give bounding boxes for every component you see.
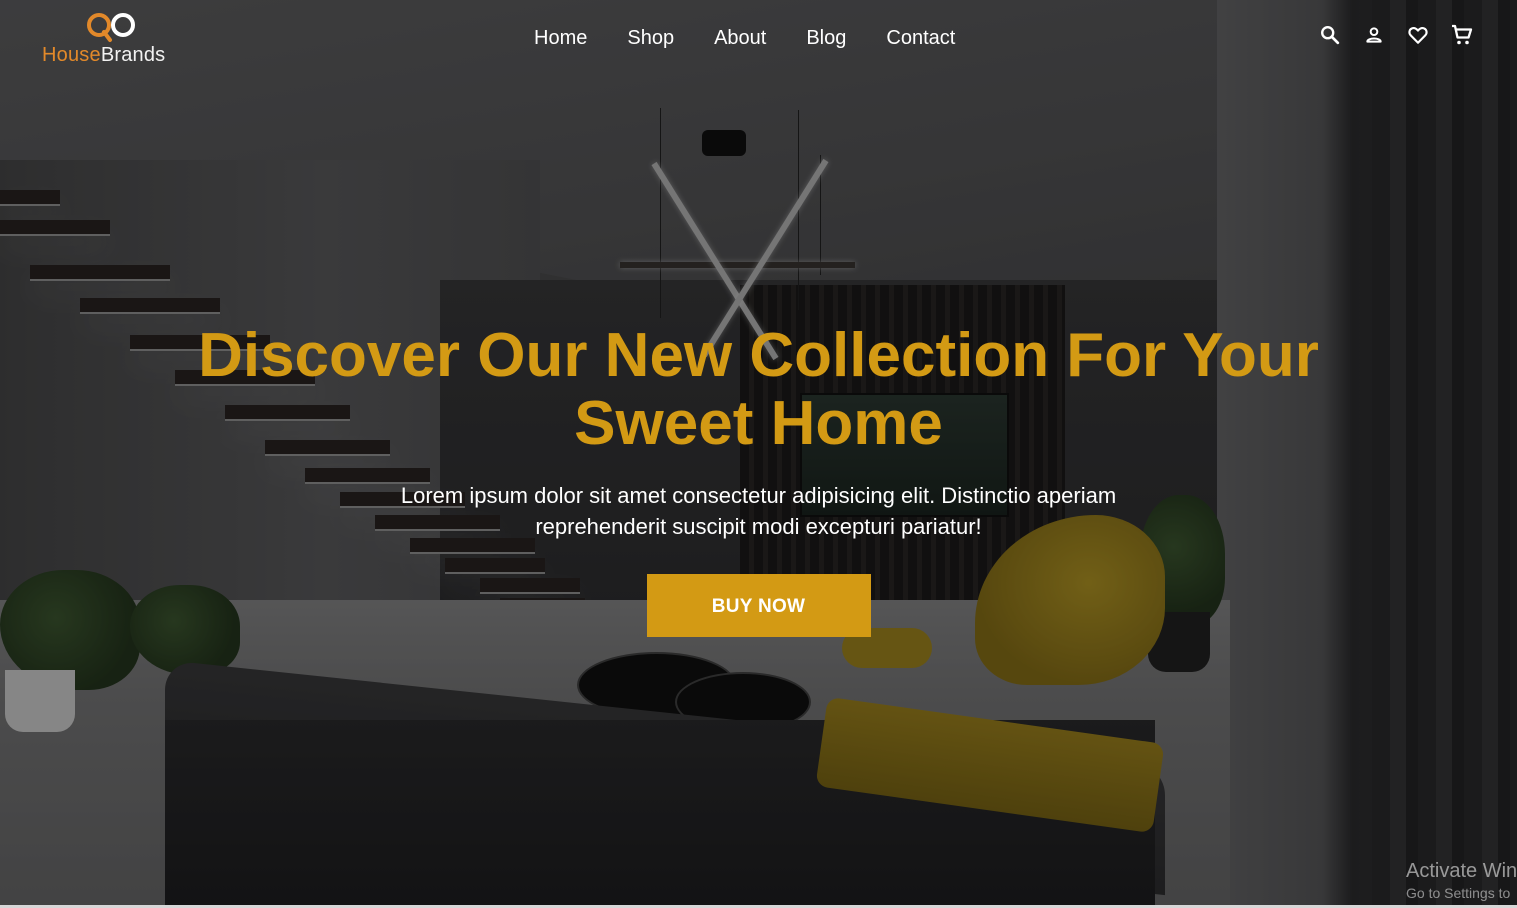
nav-shop[interactable]: Shop [627, 27, 674, 50]
header-icons [1318, 22, 1474, 48]
page: HouseBrands Home Shop About Blog Contact [0, 0, 1517, 908]
user-icon[interactable] [1362, 22, 1386, 48]
brand-name-part2: Brands [100, 44, 166, 66]
brand-name-part1: House [42, 44, 101, 66]
buy-now-button[interactable]: BUY NOW [646, 574, 871, 637]
brand-logo-icon [87, 13, 135, 42]
heart-icon[interactable] [1406, 22, 1430, 48]
cart-icon[interactable] [1450, 22, 1474, 48]
hero-title: Discover Our New Collection For Your Swe… [198, 321, 1319, 458]
brand-name: HouseBrands [42, 44, 165, 67]
nav-about[interactable]: About [714, 27, 766, 50]
brand-logo[interactable]: HouseBrands [42, 10, 182, 70]
hero-subtitle: Lorem ipsum dolor sit amet consectetur a… [400, 483, 1117, 539]
site-header: HouseBrands Home Shop About Blog Contact [0, 0, 1517, 80]
main-nav: Home Shop About Blog Contact [534, 27, 955, 50]
windows-activation-watermark: Activate Win Go to Settings to [1406, 860, 1517, 901]
nav-contact[interactable]: Contact [886, 27, 955, 50]
watermark-title: Activate Win [1406, 860, 1517, 882]
watermark-subtitle: Go to Settings to [1406, 885, 1511, 901]
nav-home[interactable]: Home [534, 27, 587, 50]
search-icon[interactable] [1318, 22, 1342, 48]
hero-section: Discover Our New Collection For Your Swe… [0, 322, 1517, 637]
nav-blog[interactable]: Blog [806, 27, 846, 50]
